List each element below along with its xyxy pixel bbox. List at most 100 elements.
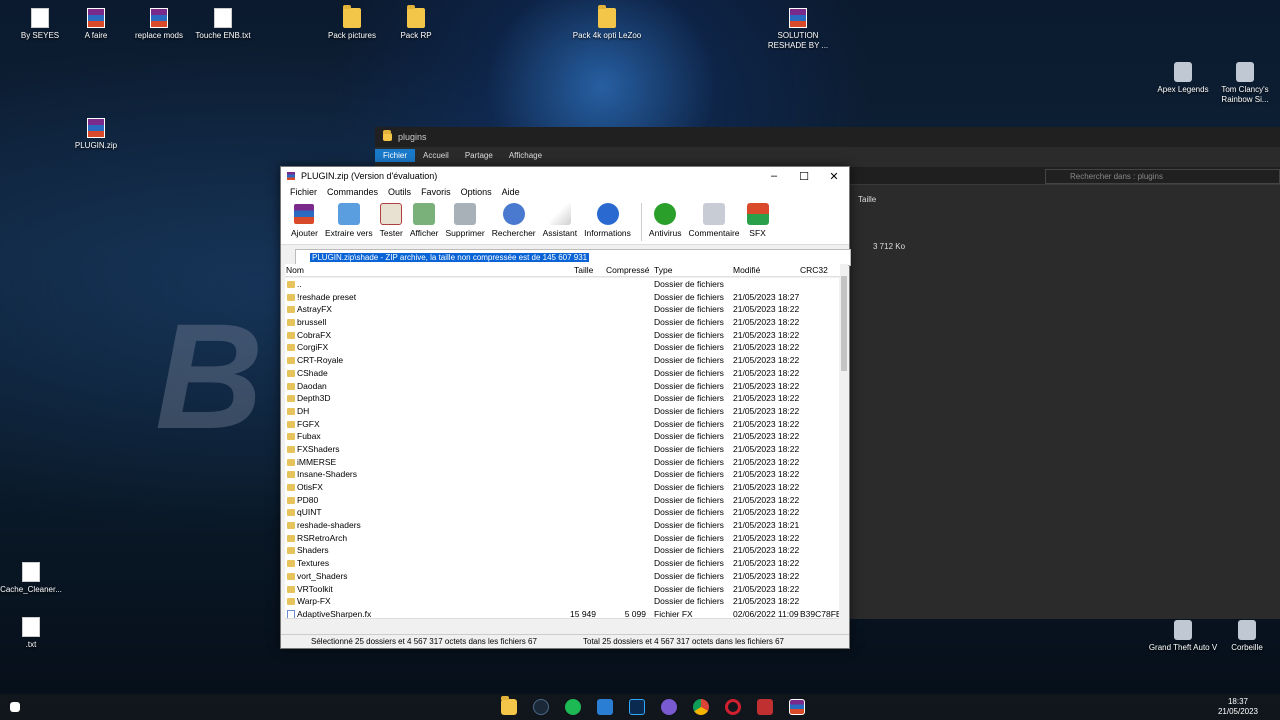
desktop-icon[interactable]: Apex Legends — [1148, 62, 1218, 95]
spotify-icon[interactable] — [565, 699, 581, 715]
menu-fichier[interactable]: Fichier — [285, 187, 322, 197]
col-crc[interactable]: CRC32 — [800, 265, 828, 275]
tester-button[interactable]: Tester — [378, 203, 405, 238]
table-row[interactable]: CobraFX Dossier de fichiers 21/05/2023 18:… — [285, 329, 839, 342]
desktop-icon[interactable]: Tom Clancy's Rainbow Si... — [1210, 62, 1280, 105]
informations-label: Informations — [584, 228, 631, 238]
informations-button[interactable]: Informations — [582, 203, 633, 238]
assistant-button[interactable]: Assistant — [541, 203, 580, 238]
col-compressed[interactable]: Compressé — [606, 265, 649, 275]
column-header: Nom Taille Compressé Type Modifié CRC32 — [285, 264, 841, 277]
desktop-icon[interactable]: Cache_Cleaner... — [0, 562, 66, 595]
menu-commandes[interactable]: Commandes — [322, 187, 383, 197]
table-row[interactable]: VRToolkit Dossier de fichiers 21/05/2023 1… — [285, 583, 839, 596]
col-type[interactable]: Type — [654, 265, 672, 275]
file-list[interactable]: .. Dossier de fichiers !reshade preset Doss… — [285, 278, 839, 618]
explorer-search-input[interactable]: Rechercher dans : plugins — [1045, 169, 1280, 184]
table-row[interactable]: iMMERSE Dossier de fichiers 21/05/2023 18:… — [285, 456, 839, 469]
ribbon-tab-affichage[interactable]: Affichage — [501, 149, 550, 162]
scrollbar-thumb[interactable] — [841, 276, 847, 371]
file-explorer-icon[interactable] — [501, 696, 517, 715]
vscode-icon[interactable] — [597, 699, 613, 715]
folder-icon — [287, 585, 295, 593]
rechercher-button[interactable]: Rechercher — [490, 203, 538, 238]
desktop-icon[interactable]: .txt — [0, 617, 66, 650]
extraire-vers-button[interactable]: Extraire vers — [323, 203, 375, 238]
ribbon-tab-fichier[interactable]: Fichier — [375, 148, 416, 162]
table-row[interactable]: DH Dossier de fichiers 21/05/2023 18:22 — [285, 405, 839, 418]
table-row[interactable]: Insane-Shaders Dossier de fichiers 21/05/2… — [285, 468, 839, 481]
desktop-icon[interactable]: replace mods — [124, 8, 194, 41]
table-row[interactable]: CorgiFX Dossier de fichiers 21/05/2023 18:… — [285, 341, 839, 354]
steam-icon[interactable] — [533, 699, 549, 715]
address-text[interactable]: PLUGIN.zip\shade - ZIP archive, la taill… — [310, 253, 590, 262]
col-size[interactable]: Taille — [574, 265, 593, 275]
table-row[interactable]: AdaptiveSharpen.fx 15 949 5 099 Fichier FX 0… — [285, 608, 839, 618]
table-row[interactable]: qUINT Dossier de fichiers 21/05/2023 18:22 — [285, 506, 839, 519]
vertical-scrollbar[interactable] — [840, 264, 848, 618]
ribbon-tab-partage[interactable]: Partage — [457, 149, 501, 162]
table-row[interactable]: FGFX Dossier de fichiers 21/05/2023 18:22 — [285, 418, 839, 431]
table-row[interactable]: !reshade preset Dossier de fichiers 21/05/… — [285, 291, 839, 304]
table-row[interactable]: FXShaders Dossier de fichiers 21/05/2023 1… — [285, 443, 839, 456]
desktop-icon[interactable]: Touche ENB.txt — [188, 8, 258, 41]
table-row[interactable]: Depth3D Dossier de fichiers 21/05/2023 18:… — [285, 392, 839, 405]
app-red-icon[interactable] — [757, 699, 773, 715]
minimize-icon[interactable]: – — [759, 170, 789, 182]
cell-type: Dossier de fichiers — [654, 304, 724, 315]
table-row[interactable]: RSRetroArch Dossier de fichiers 21/05/2023… — [285, 532, 839, 545]
close-icon[interactable]: ✕ — [819, 170, 849, 183]
desktop-icon[interactable]: Grand Theft Auto V — [1148, 620, 1218, 653]
desktop-icon[interactable]: Pack RP — [381, 5, 451, 41]
cell-type: Dossier de fichiers — [654, 393, 724, 404]
menu-options[interactable]: Options — [456, 187, 497, 197]
table-row[interactable]: vort_Shaders Dossier de fichiers 21/05/202… — [285, 570, 839, 583]
winrar-taskbar-icon[interactable] — [789, 699, 805, 715]
supprimer-button[interactable]: Supprimer — [443, 203, 486, 238]
table-row[interactable]: Textures Dossier de fichiers 21/05/2023 18… — [285, 557, 839, 570]
table-row[interactable]: CRT-Royale Dossier de fichiers 21/05/2023 … — [285, 354, 839, 367]
table-row[interactable]: Shaders Dossier de fichiers 21/05/2023 18:… — [285, 544, 839, 557]
desktop-icon[interactable]: A faire — [61, 8, 131, 41]
desktop-icon[interactable]: Pack pictures — [317, 5, 387, 41]
desktop-icon[interactable]: PLUGIN.zip — [61, 118, 131, 151]
table-row[interactable]: OtisFX Dossier de fichiers 21/05/2023 18:2… — [285, 481, 839, 494]
commentaire-button[interactable]: Commentaire — [687, 203, 742, 238]
desktop-icon-label: Pack 4k opti LeZoo — [572, 31, 642, 40]
menu-aide[interactable]: Aide — [497, 187, 525, 197]
maximize-icon[interactable]: ☐ — [789, 170, 819, 183]
table-row[interactable]: .. Dossier de fichiers — [285, 278, 839, 291]
table-row[interactable]: Fubax Dossier de fichiers 21/05/2023 18:22 — [285, 430, 839, 443]
table-row[interactable]: Warp-FX Dossier de fichiers 21/05/2023 18:… — [285, 595, 839, 608]
start-windows-icon[interactable] — [10, 702, 20, 712]
taskbar-clock[interactable]: 18:37 21/05/2023 — [1218, 697, 1258, 717]
table-row[interactable]: CShade Dossier de fichiers 21/05/2023 18:2… — [285, 367, 839, 380]
ajouter-button[interactable]: Ajouter — [289, 203, 320, 238]
cell-name: CRT-Royale — [297, 355, 344, 366]
table-row[interactable]: brussell Dossier de fichiers 21/05/2023 18… — [285, 316, 839, 329]
afficher-button[interactable]: Afficher — [408, 203, 441, 238]
desktop-icon[interactable]: SOLUTION RESHADE BY ... — [763, 8, 833, 51]
table-row[interactable]: reshade-shaders Dossier de fichiers 21/05/… — [285, 519, 839, 532]
discord-icon[interactable] — [661, 699, 677, 715]
menu-outils[interactable]: Outils — [383, 187, 416, 197]
table-row[interactable]: Daodan Dossier de fichiers 21/05/2023 18:2… — [285, 380, 839, 393]
table-row[interactable]: PD80 Dossier de fichiers 21/05/2023 18:22 — [285, 494, 839, 507]
desktop-icon[interactable]: Pack 4k opti LeZoo — [572, 5, 642, 41]
photoshop-icon[interactable] — [629, 699, 645, 715]
antivirus-button[interactable]: Antivirus — [647, 203, 684, 238]
winrar-window[interactable]: PLUGIN.zip (Version d'évaluation) – ☐ ✕ … — [280, 166, 851, 649]
col-modified[interactable]: Modifié — [733, 265, 760, 275]
ribbon-tab-accueil[interactable]: Accueil — [415, 149, 457, 162]
explorer-col-size[interactable]: Taille — [858, 195, 876, 204]
horizontal-scrollbar[interactable] — [285, 618, 839, 627]
app-icon — [1236, 62, 1254, 82]
chrome-icon[interactable] — [693, 699, 709, 715]
desktop-icon[interactable]: Corbeille — [1212, 620, 1280, 653]
menu-favoris[interactable]: Favoris — [416, 187, 456, 197]
opera-icon[interactable] — [725, 699, 741, 715]
col-name[interactable]: Nom — [286, 265, 304, 275]
sfx-button[interactable]: SFX — [745, 203, 771, 238]
cell-type: Dossier de fichiers — [654, 558, 724, 569]
table-row[interactable]: AstrayFX Dossier de fichiers 21/05/2023 18… — [285, 303, 839, 316]
